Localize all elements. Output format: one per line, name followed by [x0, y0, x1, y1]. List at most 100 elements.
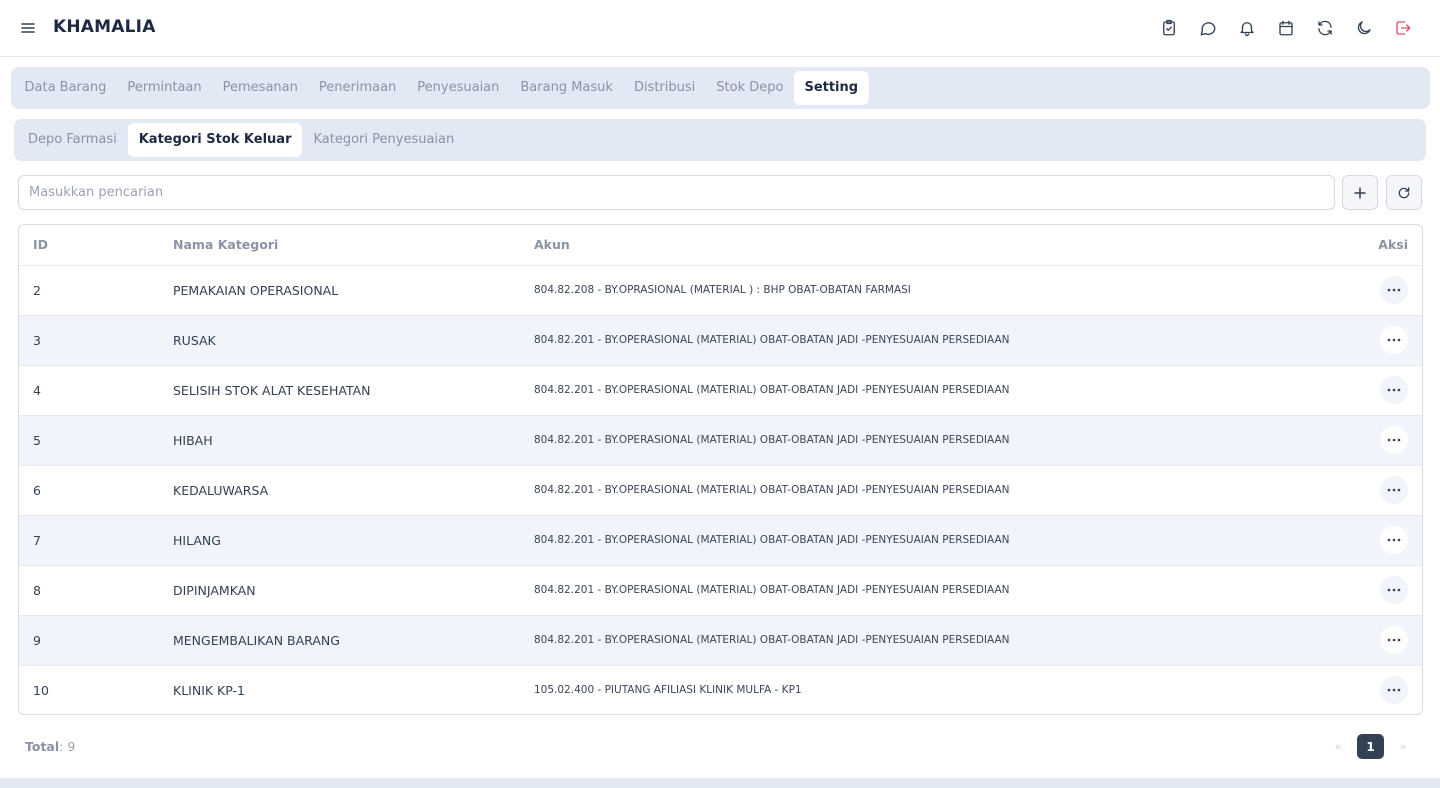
more-horizontal-icon	[1387, 688, 1401, 692]
table-row: 9 MENGEMBALIKAN BARANG 804.82.201 - BY.OPE…	[19, 615, 1422, 665]
tab-pemesanan[interactable]: Pemesanan	[212, 71, 308, 105]
top-bar: KHAMALIA	[0, 0, 1440, 57]
reload-icon	[1398, 186, 1410, 198]
tab-setting[interactable]: Setting	[793, 71, 869, 105]
cell-name: DIPINJAMKAN	[173, 582, 256, 598]
cell-name: SELISIH STOK ALAT KESEHATAN	[173, 382, 371, 398]
total-value: : 9	[59, 739, 76, 754]
more-horizontal-icon	[1387, 388, 1401, 392]
logout-icon[interactable]	[1392, 17, 1414, 39]
cell-aksi	[1342, 415, 1422, 465]
tab-depo-farmasi[interactable]: Depo Farmasi	[17, 123, 128, 157]
cell-name: HIBAH	[173, 432, 213, 448]
more-horizontal-icon	[1387, 588, 1401, 592]
pagination: « 1 »	[1331, 734, 1410, 759]
tab-kategori-penyesuaian[interactable]: Kategori Penyesuaian	[302, 123, 465, 157]
column-header-akun: Akun	[520, 225, 1342, 266]
row-actions-button[interactable]	[1380, 326, 1408, 354]
calendar-icon[interactable]	[1275, 17, 1297, 39]
row-actions-button[interactable]	[1380, 476, 1408, 504]
table-row: 3 RUSAK 804.82.201 - BY.OPERASIONAL (MATER…	[19, 315, 1422, 365]
refresh-icon[interactable]	[1314, 17, 1336, 39]
cell-akun: 804.82.201 - BY.OPERASIONAL (MATERIAL) O…	[534, 434, 1010, 446]
prev-page-button[interactable]: «	[1331, 740, 1345, 753]
tab-distribusi[interactable]: Distribusi	[623, 71, 705, 105]
table-row: 10 KLINIK KP-1 105.02.400 - PIUTANG AFILIA…	[19, 665, 1422, 714]
table-row: 8 DIPINJAMKAN 804.82.201 - BY.OPERASIONAL …	[19, 565, 1422, 615]
header-actions	[1158, 17, 1414, 39]
cell-akun: 804.82.201 - BY.OPERASIONAL (MATERIAL) O…	[534, 584, 1010, 596]
cell-aksi	[1342, 515, 1422, 565]
tab-permintaan[interactable]: Permintaan	[117, 71, 212, 105]
bell-icon[interactable]	[1236, 17, 1258, 39]
cell-name: KLINIK KP-1	[173, 682, 245, 698]
cell-aksi	[1342, 465, 1422, 515]
cell-id: 10	[33, 682, 49, 698]
total-label: Total	[25, 739, 60, 754]
more-horizontal-icon	[1387, 638, 1401, 642]
cell-name: HILANG	[173, 532, 221, 548]
add-button[interactable]	[1342, 175, 1378, 210]
tab-barang-masuk[interactable]: Barang Masuk	[510, 71, 624, 105]
row-actions-button[interactable]	[1380, 576, 1408, 604]
cell-akun: 804.82.201 - BY.OPERASIONAL (MATERIAL) O…	[534, 484, 1010, 496]
cell-name: RUSAK	[173, 332, 216, 348]
cell-akun: 804.82.201 - BY.OPERASIONAL (MATERIAL) O…	[534, 534, 1010, 546]
reload-button[interactable]	[1386, 175, 1422, 210]
cell-name: PEMAKAIAN OPERASIONAL	[173, 282, 339, 298]
menu-icon[interactable]	[20, 20, 36, 36]
total-count: Total: 9	[25, 739, 75, 754]
tab-penerimaan[interactable]: Penerimaan	[308, 71, 406, 105]
cell-akun: 804.82.208 - BY.OPRASIONAL (MATERIAL ) :…	[534, 284, 911, 296]
row-actions-button[interactable]	[1380, 426, 1408, 454]
moon-icon[interactable]	[1353, 17, 1375, 39]
cell-akun: 105.02.400 - PIUTANG AFILIASI KLINIK MUL…	[534, 684, 802, 697]
page-number-button[interactable]: 1	[1357, 734, 1384, 759]
more-horizontal-icon	[1387, 538, 1401, 542]
cell-name: KEDALUWARSA	[173, 482, 269, 498]
cell-akun: 804.82.201 - BY.OPERASIONAL (MATERIAL) O…	[534, 384, 1010, 396]
row-actions-button[interactable]	[1380, 626, 1408, 654]
cell-aksi	[1342, 265, 1422, 315]
cell-aksi	[1342, 315, 1422, 365]
cell-id: 3	[33, 332, 41, 348]
tab-data-barang[interactable]: Data Barang	[14, 71, 117, 105]
row-actions-button[interactable]	[1380, 376, 1408, 404]
cell-id: 6	[33, 482, 41, 498]
table-row: 6 KEDALUWARSA 804.82.201 - BY.OPERASIONAL …	[19, 465, 1422, 515]
column-header-id: ID	[19, 225, 159, 266]
app-title: KHAMALIA	[53, 17, 156, 37]
row-actions-button[interactable]	[1380, 676, 1408, 705]
category-table: ID Nama Kategori Akun Aksi 2 PEMAKAIAN OP…	[18, 224, 1423, 715]
cell-id: 4	[33, 382, 41, 398]
plus-icon	[1354, 186, 1366, 199]
cell-name: MENGEMBALIKAN BARANG	[173, 632, 340, 648]
cell-id: 9	[33, 632, 41, 648]
sub-tabs: Depo Farmasi Kategori Stok Keluar Katego…	[14, 119, 1426, 161]
cell-id: 2	[33, 282, 41, 298]
cell-aksi	[1342, 615, 1422, 665]
next-page-button[interactable]: »	[1396, 740, 1410, 753]
clipboard-check-icon[interactable]	[1158, 17, 1180, 39]
row-actions-button[interactable]	[1380, 276, 1408, 304]
table-row: 5 HIBAH 804.82.201 - BY.OPERASIONAL (MATER…	[19, 415, 1422, 465]
more-horizontal-icon	[1387, 488, 1401, 492]
table-row: 2 PEMAKAIAN OPERASIONAL 804.82.208 - BY.OP…	[19, 265, 1422, 315]
bottom-bar	[0, 778, 1440, 788]
column-header-name: Nama Kategori	[159, 225, 520, 266]
row-actions-button[interactable]	[1380, 526, 1408, 554]
column-header-aksi: Aksi	[1342, 225, 1422, 266]
tab-stok-depo[interactable]: Stok Depo	[706, 71, 794, 105]
cell-akun: 804.82.201 - BY.OPERASIONAL (MATERIAL) O…	[534, 634, 1010, 646]
cell-aksi	[1342, 565, 1422, 615]
tab-penyesuaian[interactable]: Penyesuaian	[407, 71, 510, 105]
cell-akun: 804.82.201 - BY.OPERASIONAL (MATERIAL) O…	[534, 334, 1010, 346]
table-header-row: ID Nama Kategori Akun Aksi	[19, 225, 1422, 266]
main-tabs: Data Barang Permintaan Pemesanan Penerim…	[11, 67, 1430, 109]
more-horizontal-icon	[1387, 338, 1401, 342]
tab-kategori-stok-keluar[interactable]: Kategori Stok Keluar	[127, 123, 303, 157]
cell-id: 8	[33, 582, 41, 598]
message-icon[interactable]	[1197, 17, 1219, 39]
more-horizontal-icon	[1387, 288, 1401, 292]
search-input[interactable]	[18, 175, 1335, 210]
